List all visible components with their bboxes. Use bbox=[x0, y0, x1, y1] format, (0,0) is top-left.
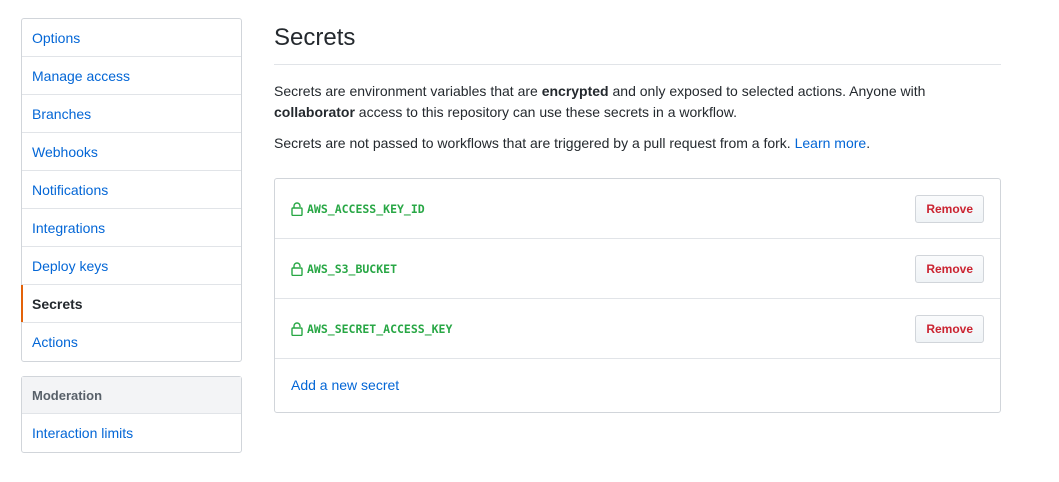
description-text-2: and only exposed to selected actions. An… bbox=[608, 83, 926, 99]
learn-more-link[interactable]: Learn more bbox=[795, 135, 867, 151]
secret-name: AWS_SECRET_ACCESS_KEY bbox=[307, 321, 453, 336]
menu-item-integrations[interactable]: Integrations bbox=[22, 209, 241, 247]
menu-item-manage-access[interactable]: Manage access bbox=[22, 57, 241, 95]
add-new-secret-link[interactable]: Add a new secret bbox=[291, 377, 399, 393]
description-bold-collaborator: collaborator bbox=[274, 104, 355, 120]
fork-note-text: Secrets are not passed to workflows that… bbox=[274, 135, 795, 151]
remove-secret-button[interactable]: Remove bbox=[915, 314, 984, 343]
description-bold-encrypted: encrypted bbox=[541, 83, 609, 99]
menu-item-deploy-keys[interactable]: Deploy keys bbox=[22, 247, 241, 285]
description-text-3: access to this repository can use these … bbox=[354, 104, 737, 120]
secret-name: AWS_ACCESS_KEY_ID bbox=[307, 201, 425, 216]
lock-icon bbox=[291, 261, 303, 276]
secrets-list: AWS_ACCESS_KEY_ID Remove AWS_S3_BUCKET R… bbox=[274, 178, 1001, 413]
lock-icon bbox=[291, 201, 303, 216]
secret-name-group: AWS_ACCESS_KEY_ID bbox=[291, 202, 425, 216]
fork-note-suffix: . bbox=[866, 135, 871, 151]
menu-item-interaction-limits[interactable]: Interaction limits bbox=[22, 414, 241, 452]
secret-row: AWS_SECRET_ACCESS_KEY Remove bbox=[275, 299, 1000, 359]
secrets-main: Secrets Secrets are environment variable… bbox=[274, 18, 1001, 413]
menu-item-notifications[interactable]: Notifications bbox=[22, 171, 241, 209]
menu-item-secrets[interactable]: Secrets bbox=[21, 285, 241, 323]
description-text-1: Secrets are environment variables that a… bbox=[274, 83, 542, 99]
secrets-description: Secrets are environment variables that a… bbox=[274, 81, 1001, 123]
moderation-menu: Moderation Interaction limits bbox=[21, 376, 242, 453]
remove-secret-button[interactable]: Remove bbox=[915, 194, 984, 223]
menu-item-webhooks[interactable]: Webhooks bbox=[22, 133, 241, 171]
remove-secret-button[interactable]: Remove bbox=[915, 254, 984, 283]
secret-name-group: AWS_SECRET_ACCESS_KEY bbox=[291, 322, 452, 336]
moderation-heading: Moderation bbox=[22, 377, 241, 414]
menu-item-actions[interactable]: Actions bbox=[22, 323, 241, 361]
menu-item-options[interactable]: Options bbox=[22, 19, 241, 57]
secret-row: AWS_S3_BUCKET Remove bbox=[275, 239, 1000, 299]
menu-item-branches[interactable]: Branches bbox=[22, 95, 241, 133]
lock-icon bbox=[291, 321, 303, 336]
secret-row: AWS_ACCESS_KEY_ID Remove bbox=[275, 179, 1000, 239]
page-title: Secrets bbox=[274, 18, 1001, 65]
fork-note: Secrets are not passed to workflows that… bbox=[274, 133, 1001, 154]
add-secret-row: Add a new secret bbox=[275, 359, 1000, 412]
secret-name-group: AWS_S3_BUCKET bbox=[291, 262, 397, 276]
secret-name: AWS_S3_BUCKET bbox=[307, 261, 398, 276]
settings-menu: Options Manage access Branches Webhooks … bbox=[21, 18, 242, 362]
